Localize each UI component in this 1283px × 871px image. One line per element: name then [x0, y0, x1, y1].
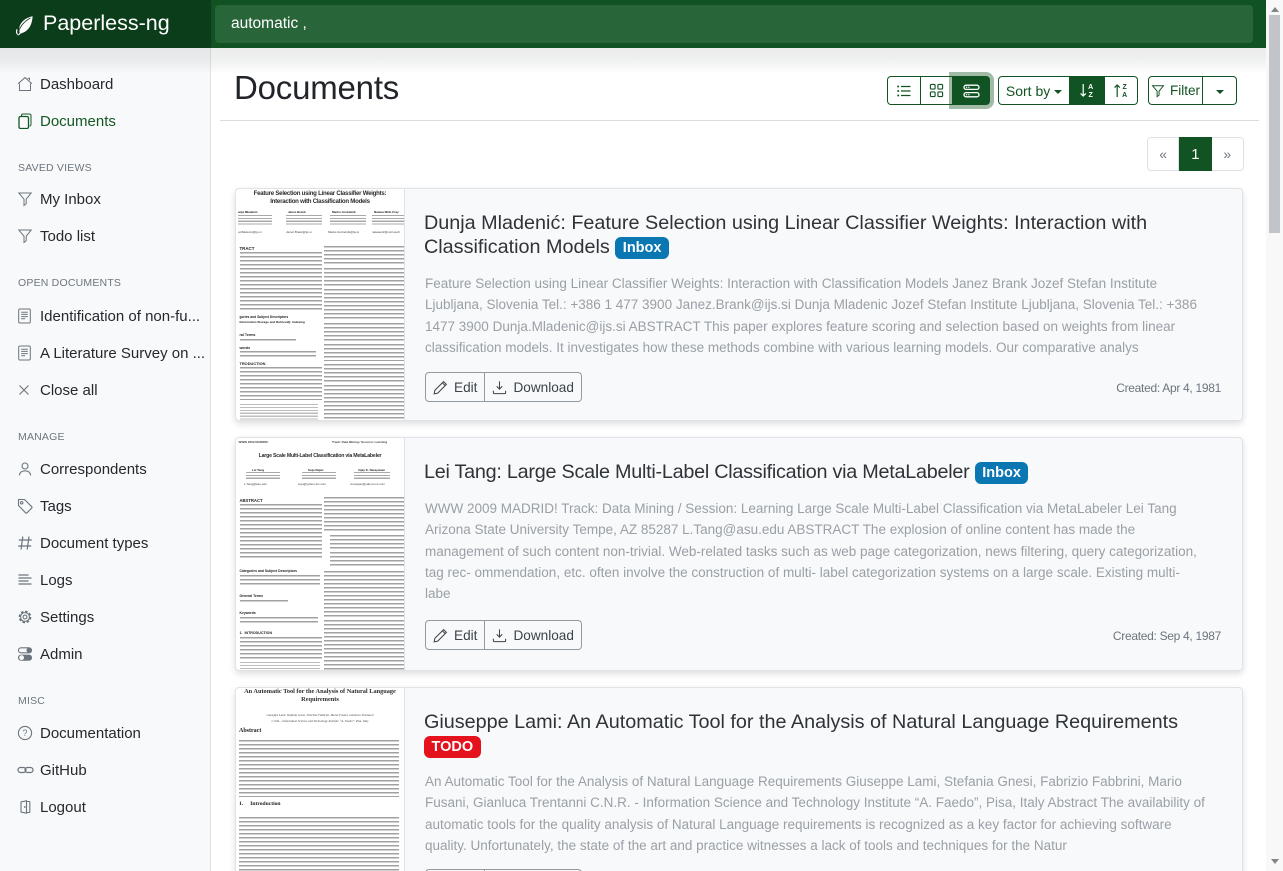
- svg-text:A: A: [1122, 92, 1127, 99]
- svg-text:?: ?: [22, 728, 27, 738]
- svg-text:A: A: [1088, 84, 1093, 91]
- svg-text:Z: Z: [1122, 84, 1127, 91]
- svg-text:Z: Z: [1088, 92, 1093, 99]
